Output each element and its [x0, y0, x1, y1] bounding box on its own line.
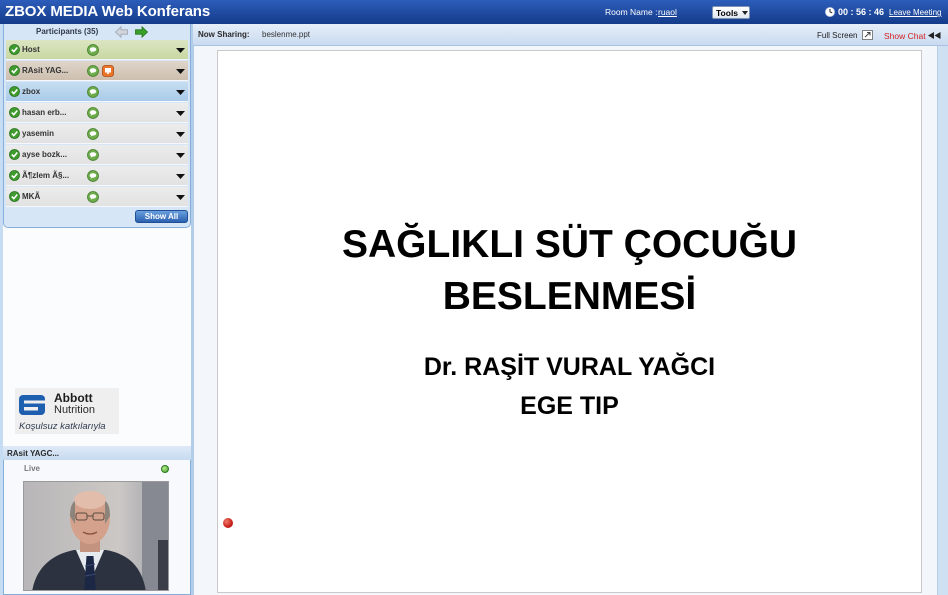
now-sharing-label: Now Sharing: [198, 30, 250, 39]
shared-slide: SAĞLIKLI SÜT ÇOCUĞU BESLENMESİ Dr. RAŞİT… [217, 50, 922, 593]
chevron-down-icon[interactable] [176, 90, 185, 95]
chat-bubble-icon[interactable] [87, 65, 99, 77]
chat-bubble-icon[interactable] [87, 107, 99, 119]
abbott-logo-icon [19, 395, 45, 415]
participant-name: RAsit YAG... [22, 66, 69, 75]
online-check-icon [9, 86, 20, 97]
video-presenter-name: RAsit YAGC... [7, 449, 60, 458]
show-chat-button[interactable]: Show Chat [884, 31, 926, 41]
participant-name: Ã¶zlem Ã§... [22, 171, 70, 180]
app-title: ZBOX MEDIA Web Konferans [5, 3, 211, 20]
online-check-icon [9, 191, 20, 202]
participant-row[interactable]: Host [6, 40, 188, 60]
online-check-icon [9, 65, 20, 76]
chat-bubble-icon[interactable] [87, 128, 99, 140]
participant-name: zbox [22, 87, 41, 96]
collapse-chat-icon[interactable] [928, 32, 941, 39]
arrow-left-icon[interactable] [115, 26, 128, 38]
participant-row[interactable]: ayse bozk... [6, 145, 188, 165]
shared-file-name: beslenme.ppt [262, 30, 311, 39]
sponsor-caption: Koşulsuz katkılarıyla [19, 421, 106, 432]
participant-name: ayse bozk... [22, 150, 67, 159]
leave-meeting-link[interactable]: Leave Meeting [889, 8, 941, 17]
laser-pointer-icon [223, 518, 233, 528]
participant-name: Host [22, 45, 40, 54]
sponsor-brand: Abbott [54, 391, 93, 405]
online-check-icon [9, 170, 20, 181]
chat-bubble-icon[interactable] [87, 191, 99, 203]
online-check-icon [9, 128, 20, 139]
room-name-link[interactable]: ruaol [658, 7, 677, 17]
participant-row[interactable]: RAsit YAG... [6, 61, 188, 81]
chevron-down-icon[interactable] [176, 69, 185, 74]
fullscreen-icon[interactable] [862, 30, 873, 40]
chevron-down-icon[interactable] [176, 111, 185, 116]
chat-bubble-icon[interactable] [87, 86, 99, 98]
full-screen-button[interactable]: Full Screen [817, 31, 857, 40]
participant-row[interactable]: hasan erb... [6, 103, 188, 123]
slide-title-line-1: SAĞLIKLI SÜT ÇOCUĞU [342, 223, 797, 266]
meeting-timer: 00 : 56 : 46 [838, 7, 885, 17]
show-all-button[interactable]: Show All [135, 210, 188, 223]
chevron-down-icon[interactable] [176, 174, 185, 179]
chevron-down-icon [742, 11, 748, 15]
participant-row[interactable]: zbox [6, 82, 188, 102]
online-check-icon [9, 107, 20, 118]
participant-name: MKÃ [22, 192, 41, 201]
tools-menu-button[interactable]: Tools [712, 6, 750, 19]
chat-bubble-icon[interactable] [87, 170, 99, 182]
participant-row[interactable]: Ã¶zlem Ã§... [6, 166, 188, 186]
chevron-down-icon[interactable] [176, 153, 185, 158]
top-bar: ZBOX MEDIA Web Konferans Room Name : rua… [0, 0, 948, 24]
chat-bubble-icon[interactable] [87, 149, 99, 161]
participant-row[interactable]: MKÃ [6, 187, 188, 207]
stage-border [937, 46, 948, 595]
online-check-icon [9, 149, 20, 160]
presenter-icon[interactable] [102, 65, 114, 77]
online-check-icon [9, 44, 20, 55]
participant-name: hasan erb... [22, 108, 67, 117]
tools-label: Tools [716, 8, 739, 18]
chat-bubble-icon[interactable] [87, 44, 99, 56]
participants-header: Participants (35) [36, 27, 99, 36]
chevron-down-icon[interactable] [176, 195, 185, 200]
arrow-right-icon[interactable] [135, 26, 148, 38]
sponsor-division: Nutrition [54, 404, 95, 416]
slide-title-line-2: BESLENMESİ [442, 275, 697, 318]
room-name-label: Room Name : [605, 7, 658, 17]
webcam-video[interactable] [23, 481, 169, 591]
webcam-image [24, 482, 168, 590]
participant-name: yasemin [22, 129, 55, 138]
video-status: Live [24, 464, 41, 473]
chevron-down-icon[interactable] [176, 48, 185, 53]
show-all-label: Show All [144, 212, 179, 221]
clock-icon [825, 7, 835, 17]
slide-institution: EGE TIP [520, 392, 619, 420]
participant-row[interactable]: yasemin [6, 124, 188, 144]
slide-author: Dr. RAŞİT VURAL YAĞCI [423, 353, 716, 381]
live-indicator-icon [161, 465, 169, 473]
chevron-down-icon[interactable] [176, 132, 185, 137]
sharing-toolbar: Now Sharing: beslenme.ppt Full Screen Sh… [193, 24, 948, 46]
